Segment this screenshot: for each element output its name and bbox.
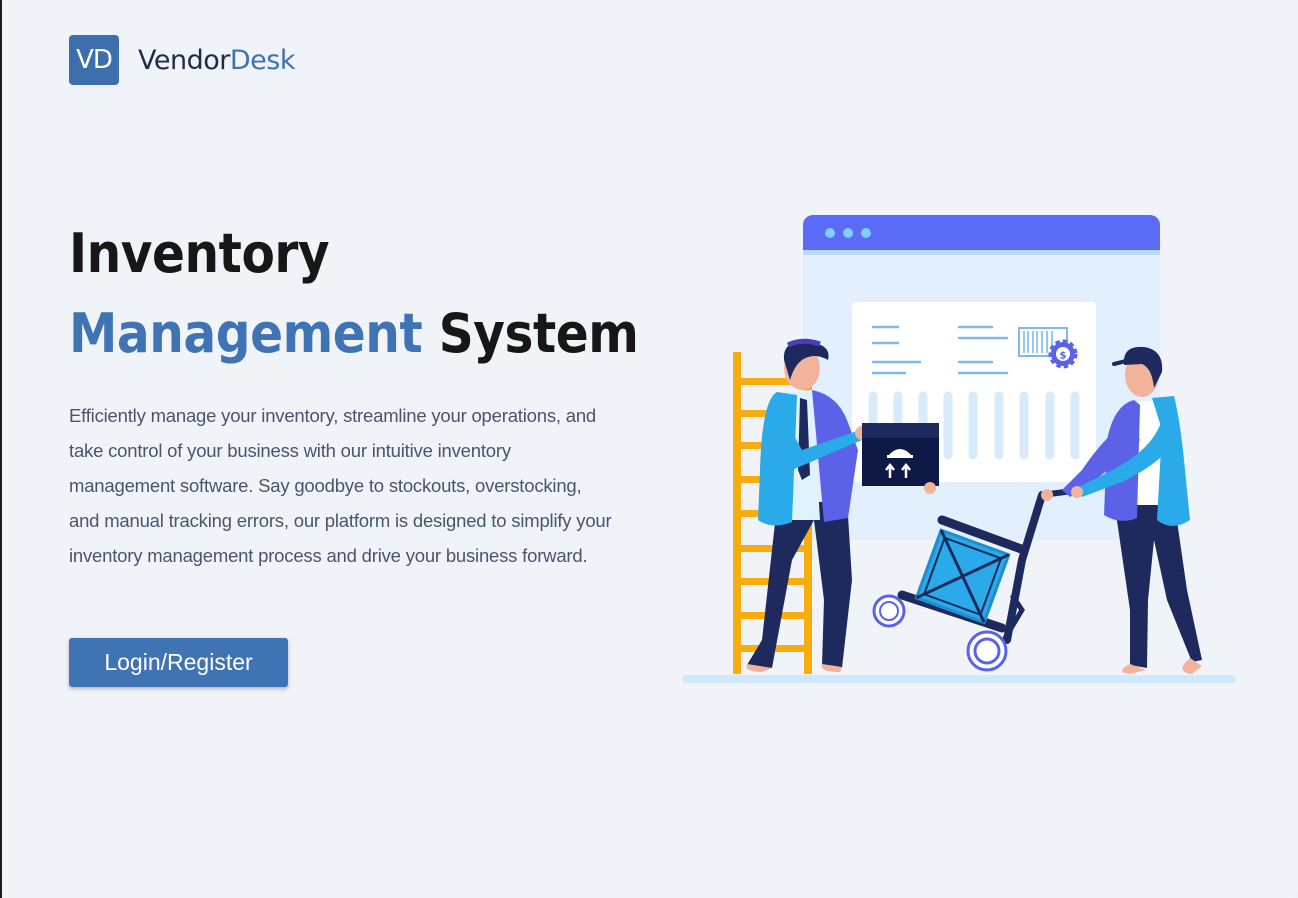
title-line-1: Inventory — [69, 222, 330, 285]
app-window: VD VendorDesk Inventory Management Syste… — [0, 0, 1298, 898]
brand-name-accent: Desk — [229, 44, 296, 76]
warehouse-workers-illustration-icon: $ — [682, 215, 1236, 683]
window-dot-icon — [825, 228, 835, 238]
brand-logo[interactable]: VD VendorDesk — [69, 35, 295, 85]
page-title: Inventory Management System — [69, 214, 639, 374]
window-dot-icon — [843, 228, 853, 238]
title-rest: System — [422, 302, 639, 365]
login-register-button[interactable]: Login/Register — [69, 638, 288, 687]
ground-line — [682, 675, 1236, 683]
browser-titlebar — [803, 215, 1160, 250]
dollar-icon: $ — [1060, 351, 1067, 362]
brand-mark-icon: VD — [69, 35, 119, 85]
hero-description: Efficiently manage your inventory, strea… — [69, 405, 612, 566]
title-accent: Management — [69, 302, 423, 365]
window-dot-icon — [861, 228, 871, 238]
package-box-icon — [862, 423, 939, 494]
brand-name-primary: Vendor — [138, 44, 230, 76]
brand-name: VendorDesk — [138, 45, 295, 76]
